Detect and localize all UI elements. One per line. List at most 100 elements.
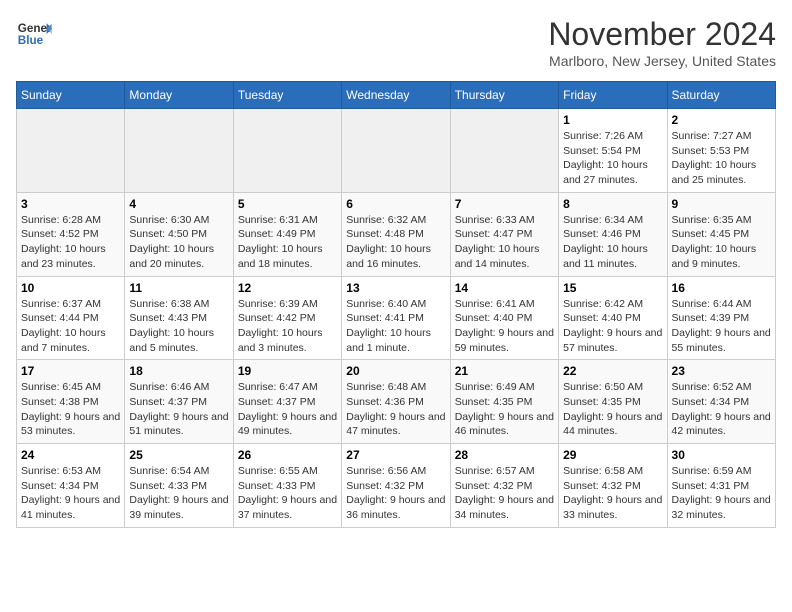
weekday-header-row: SundayMondayTuesdayWednesdayThursdayFrid… — [17, 82, 776, 109]
calendar-day-cell: 28 Sunrise: 6:57 AMSunset: 4:32 PMDayligh… — [450, 444, 558, 528]
day-number: 17 — [21, 364, 120, 378]
day-info: Sunrise: 6:40 AMSunset: 4:41 PMDaylight:… — [346, 297, 445, 356]
day-info: Sunrise: 6:47 AMSunset: 4:37 PMDaylight:… — [238, 380, 337, 439]
day-number: 12 — [238, 281, 337, 295]
calendar-day-cell: 13 Sunrise: 6:40 AMSunset: 4:41 PMDayligh… — [342, 276, 450, 360]
day-number: 29 — [563, 448, 662, 462]
calendar-day-cell: 8 Sunrise: 6:34 AMSunset: 4:46 PMDaylight… — [559, 192, 667, 276]
day-info: Sunrise: 6:59 AMSunset: 4:31 PMDaylight:… — [672, 464, 771, 523]
day-info: Sunrise: 6:33 AMSunset: 4:47 PMDaylight:… — [455, 213, 554, 272]
calendar-day-cell: 18 Sunrise: 6:46 AMSunset: 4:37 PMDayligh… — [125, 360, 233, 444]
day-info: Sunrise: 6:56 AMSunset: 4:32 PMDaylight:… — [346, 464, 445, 523]
day-number: 9 — [672, 197, 771, 211]
day-number: 15 — [563, 281, 662, 295]
day-number: 28 — [455, 448, 554, 462]
calendar-day-cell: 4 Sunrise: 6:30 AMSunset: 4:50 PMDaylight… — [125, 192, 233, 276]
day-info: Sunrise: 6:48 AMSunset: 4:36 PMDaylight:… — [346, 380, 445, 439]
month-title: November 2024 — [548, 16, 776, 53]
day-number: 26 — [238, 448, 337, 462]
calendar-day-cell — [450, 109, 558, 193]
calendar-day-cell — [17, 109, 125, 193]
weekday-header-cell: Sunday — [17, 82, 125, 109]
day-number: 1 — [563, 113, 662, 127]
calendar-day-cell: 23Sunrise: 6:52 AMSunset: 4:34 PMDayligh… — [667, 360, 775, 444]
calendar-day-cell: 12Sunrise: 6:39 AMSunset: 4:42 PMDayligh… — [233, 276, 341, 360]
day-number: 22 — [563, 364, 662, 378]
day-info: Sunrise: 6:45 AMSunset: 4:38 PMDaylight:… — [21, 380, 120, 439]
day-info: Sunrise: 6:31 AMSunset: 4:49 PMDaylight:… — [238, 213, 337, 272]
calendar-day-cell: 3Sunrise: 6:28 AMSunset: 4:52 PMDaylight… — [17, 192, 125, 276]
day-info: Sunrise: 6:41 AMSunset: 4:40 PMDaylight:… — [455, 297, 554, 356]
calendar-day-cell: 30 Sunrise: 6:59 AMSunset: 4:31 PMDayligh… — [667, 444, 775, 528]
day-info: Sunrise: 6:42 AMSunset: 4:40 PMDaylight:… — [563, 297, 662, 356]
calendar-day-cell: 27 Sunrise: 6:56 AMSunset: 4:32 PMDayligh… — [342, 444, 450, 528]
day-number: 20 — [346, 364, 445, 378]
weekday-header-cell: Wednesday — [342, 82, 450, 109]
day-info: Sunrise: 6:30 AMSunset: 4:50 PMDaylight:… — [129, 213, 228, 272]
day-info: Sunrise: 6:57 AMSunset: 4:32 PMDaylight:… — [455, 464, 554, 523]
day-info: Sunrise: 6:53 AMSunset: 4:34 PMDaylight:… — [21, 464, 120, 523]
calendar-day-cell: 6Sunrise: 6:32 AMSunset: 4:48 PMDaylight… — [342, 192, 450, 276]
day-number: 23 — [672, 364, 771, 378]
day-number: 14 — [455, 281, 554, 295]
day-number: 5 — [238, 197, 337, 211]
weekday-header-cell: Monday — [125, 82, 233, 109]
calendar-week-row: 3Sunrise: 6:28 AMSunset: 4:52 PMDaylight… — [17, 192, 776, 276]
calendar-day-cell: 7Sunrise: 6:33 AMSunset: 4:47 PMDaylight… — [450, 192, 558, 276]
calendar-day-cell: 24 Sunrise: 6:53 AMSunset: 4:34 PMDayligh… — [17, 444, 125, 528]
day-number: 19 — [238, 364, 337, 378]
calendar-week-row: 1 Sunrise: 7:26 AMSunset: 5:54 PMDaylight… — [17, 109, 776, 193]
calendar-day-cell: 26 Sunrise: 6:55 AMSunset: 4:33 PMDayligh… — [233, 444, 341, 528]
day-number: 21 — [455, 364, 554, 378]
header: General Blue November 2024 Marlboro, New… — [16, 16, 776, 69]
calendar-day-cell: 17 Sunrise: 6:45 AMSunset: 4:38 PMDayligh… — [17, 360, 125, 444]
day-info: Sunrise: 6:28 AMSunset: 4:52 PMDaylight:… — [21, 213, 120, 272]
day-info: Sunrise: 6:35 AMSunset: 4:45 PMDaylight:… — [672, 213, 771, 272]
calendar-day-cell: 11 Sunrise: 6:38 AMSunset: 4:43 PMDayligh… — [125, 276, 233, 360]
day-info: Sunrise: 6:46 AMSunset: 4:37 PMDaylight:… — [129, 380, 228, 439]
day-info: Sunrise: 6:32 AMSunset: 4:48 PMDaylight:… — [346, 213, 445, 272]
calendar-day-cell — [233, 109, 341, 193]
location: Marlboro, New Jersey, United States — [548, 53, 776, 69]
day-number: 13 — [346, 281, 445, 295]
calendar-day-cell — [125, 109, 233, 193]
day-number: 18 — [129, 364, 228, 378]
weekday-header-cell: Thursday — [450, 82, 558, 109]
calendar-week-row: 17 Sunrise: 6:45 AMSunset: 4:38 PMDayligh… — [17, 360, 776, 444]
day-info: Sunrise: 7:27 AMSunset: 5:53 PMDaylight:… — [672, 129, 771, 188]
calendar-table: SundayMondayTuesdayWednesdayThursdayFrid… — [16, 81, 776, 528]
calendar-week-row: 10Sunrise: 6:37 AMSunset: 4:44 PMDayligh… — [17, 276, 776, 360]
day-number: 25 — [129, 448, 228, 462]
calendar-day-cell: 16 Sunrise: 6:44 AMSunset: 4:39 PMDayligh… — [667, 276, 775, 360]
day-number: 11 — [129, 281, 228, 295]
title-area: November 2024 Marlboro, New Jersey, Unit… — [548, 16, 776, 69]
day-info: Sunrise: 6:58 AMSunset: 4:32 PMDaylight:… — [563, 464, 662, 523]
day-info: Sunrise: 6:54 AMSunset: 4:33 PMDaylight:… — [129, 464, 228, 523]
calendar-day-cell: 19 Sunrise: 6:47 AMSunset: 4:37 PMDayligh… — [233, 360, 341, 444]
calendar-day-cell: 20 Sunrise: 6:48 AMSunset: 4:36 PMDayligh… — [342, 360, 450, 444]
calendar-day-cell: 14 Sunrise: 6:41 AMSunset: 4:40 PMDayligh… — [450, 276, 558, 360]
calendar-week-row: 24 Sunrise: 6:53 AMSunset: 4:34 PMDayligh… — [17, 444, 776, 528]
weekday-header-cell: Saturday — [667, 82, 775, 109]
day-info: Sunrise: 6:38 AMSunset: 4:43 PMDaylight:… — [129, 297, 228, 356]
logo: General Blue — [16, 16, 52, 52]
day-info: Sunrise: 6:55 AMSunset: 4:33 PMDaylight:… — [238, 464, 337, 523]
day-number: 16 — [672, 281, 771, 295]
day-info: Sunrise: 6:37 AMSunset: 4:44 PMDaylight:… — [21, 297, 120, 356]
day-number: 30 — [672, 448, 771, 462]
day-info: Sunrise: 6:50 AMSunset: 4:35 PMDaylight:… — [563, 380, 662, 439]
day-number: 24 — [21, 448, 120, 462]
weekday-header-cell: Friday — [559, 82, 667, 109]
calendar-day-cell: 29 Sunrise: 6:58 AMSunset: 4:32 PMDayligh… — [559, 444, 667, 528]
logo-icon: General Blue — [16, 16, 52, 52]
day-number: 27 — [346, 448, 445, 462]
day-info: Sunrise: 6:44 AMSunset: 4:39 PMDaylight:… — [672, 297, 771, 356]
calendar-day-cell: 2Sunrise: 7:27 AMSunset: 5:53 PMDaylight… — [667, 109, 775, 193]
day-info: Sunrise: 7:26 AMSunset: 5:54 PMDaylight:… — [563, 129, 662, 188]
calendar-day-cell: 9 Sunrise: 6:35 AMSunset: 4:45 PMDaylight… — [667, 192, 775, 276]
day-info: Sunrise: 6:49 AMSunset: 4:35 PMDaylight:… — [455, 380, 554, 439]
weekday-header-cell: Tuesday — [233, 82, 341, 109]
day-number: 8 — [563, 197, 662, 211]
day-info: Sunrise: 6:34 AMSunset: 4:46 PMDaylight:… — [563, 213, 662, 272]
day-number: 4 — [129, 197, 228, 211]
